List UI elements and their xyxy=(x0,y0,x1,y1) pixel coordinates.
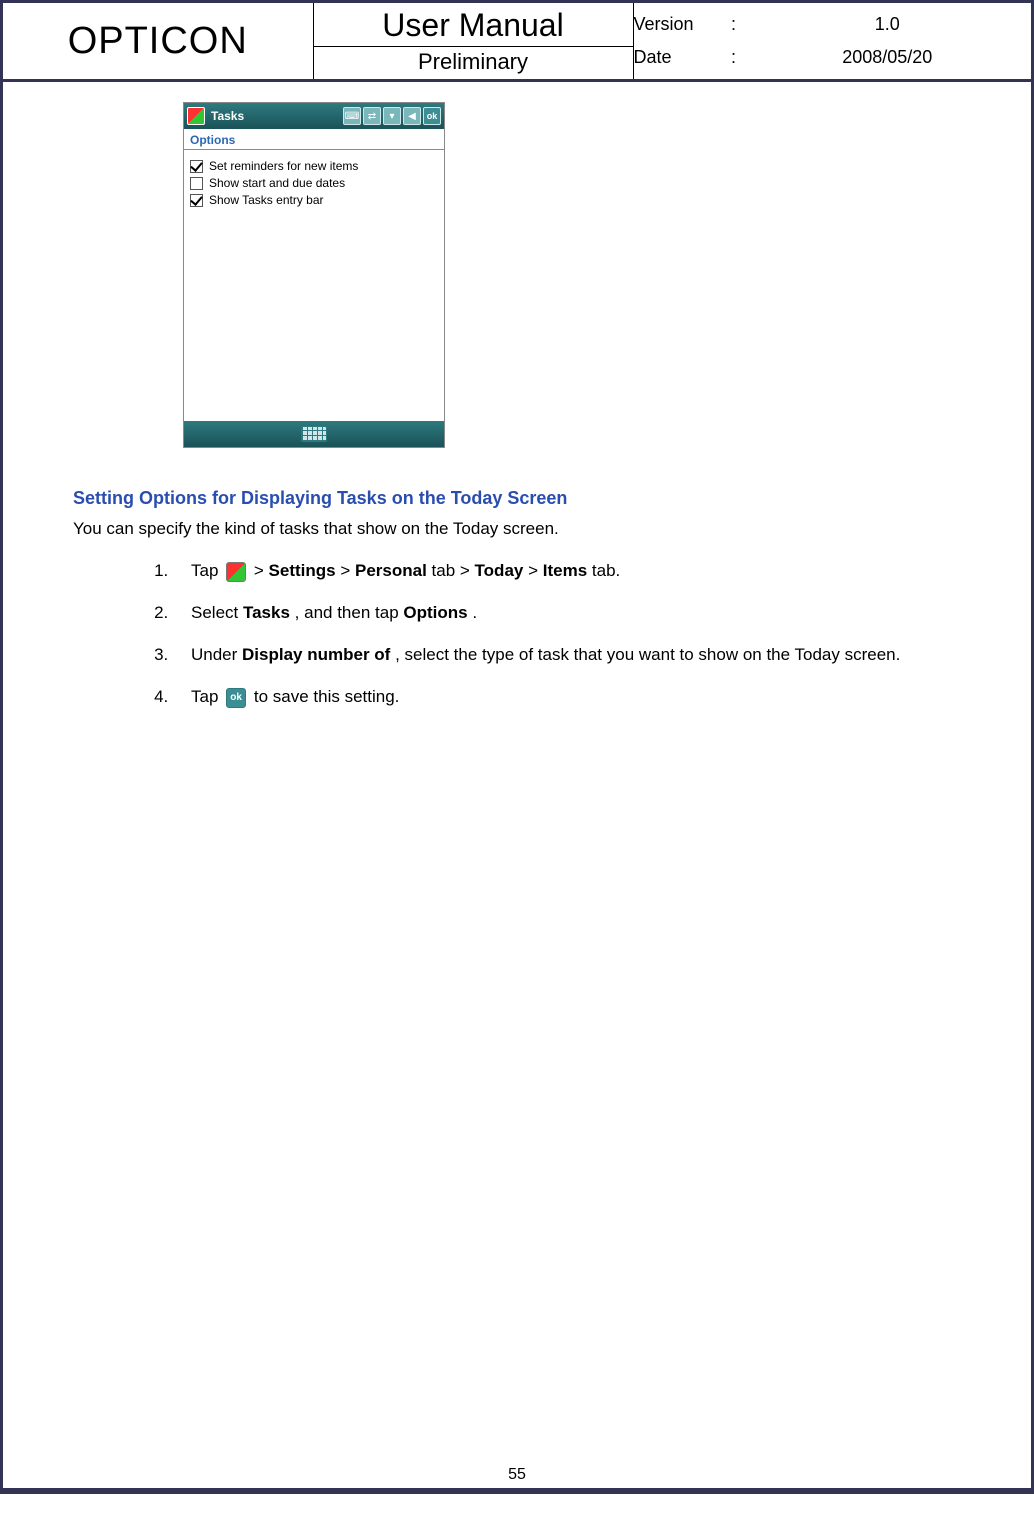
colon: : xyxy=(724,14,744,35)
step-bold: Options xyxy=(403,603,467,622)
ok-icon: ok xyxy=(226,688,246,708)
step-bold: Personal xyxy=(355,561,427,580)
step-text: Under xyxy=(191,645,242,664)
date-row: Date : 2008/05/20 xyxy=(634,41,1032,74)
signal-off-icon[interactable]: ▾ xyxy=(383,107,401,125)
page-number: 55 xyxy=(3,1466,1031,1484)
document-header: OPTICON User Manual Preliminary Version … xyxy=(3,3,1031,82)
version-label: Version xyxy=(634,14,724,35)
logo-cell: OPTICON xyxy=(3,3,313,81)
options-list: Set reminders for new items Show start a… xyxy=(184,150,444,216)
section-heading: Setting Options for Displaying Tasks on … xyxy=(73,488,961,509)
step-text: , and then tap xyxy=(295,603,404,622)
title-cell: User Manual Preliminary xyxy=(313,3,633,81)
page-footer-rule xyxy=(3,1488,1031,1491)
date-value: 2008/05/20 xyxy=(744,47,1032,68)
logo-text: OPTICON xyxy=(68,20,248,62)
step-bold: Settings xyxy=(269,561,336,580)
step-text: > xyxy=(528,561,543,580)
keyboard-icon[interactable] xyxy=(301,426,327,442)
phone-screenshot: Tasks ⌨ ⇄ ▾ ◀︎ ok Options Set reminders … xyxy=(183,102,445,448)
option-row[interactable]: Show start and due dates xyxy=(190,176,438,190)
doc-title: User Manual xyxy=(314,3,633,47)
page-content: Tasks ⌨ ⇄ ▾ ◀︎ ok Options Set reminders … xyxy=(3,82,1031,1462)
step-text: Tap xyxy=(191,687,223,706)
doc-subtitle: Preliminary xyxy=(314,47,633,79)
step-bold: Tasks xyxy=(243,603,290,622)
phone-bottombar xyxy=(184,421,444,447)
phone-title: Tasks xyxy=(211,109,341,123)
options-tab: Options xyxy=(184,129,444,150)
step-2: Select Tasks , and then tap Options . xyxy=(173,599,961,627)
section-intro: You can specify the kind of tasks that s… xyxy=(73,519,961,539)
option-label: Show Tasks entry bar xyxy=(209,193,324,207)
checkbox-icon[interactable] xyxy=(190,194,203,207)
option-label: Set reminders for new items xyxy=(209,159,358,173)
step-1: Tap > Settings > Personal tab > Today > … xyxy=(173,557,961,585)
step-text: Tap xyxy=(191,561,223,580)
version-row: Version : 1.0 xyxy=(634,8,1032,41)
checkbox-icon[interactable] xyxy=(190,160,203,173)
steps-list: Tap > Settings > Personal tab > Today > … xyxy=(73,557,961,711)
step-text: . xyxy=(472,603,477,622)
step-text: > xyxy=(254,561,269,580)
phone-titlebar: Tasks ⌨ ⇄ ▾ ◀︎ ok xyxy=(184,103,444,129)
ok-button[interactable]: ok xyxy=(423,107,441,125)
volume-icon[interactable]: ◀︎ xyxy=(403,107,421,125)
step-text: Select xyxy=(191,603,243,622)
phone-body-spacer xyxy=(184,216,444,421)
step-text: tab. xyxy=(592,561,620,580)
meta-cell: Version : 1.0 Date : 2008/05/20 xyxy=(633,3,1031,81)
checkbox-icon[interactable] xyxy=(190,177,203,190)
options-tab-label: Options xyxy=(190,133,235,147)
start-icon xyxy=(226,562,246,582)
step-bold: Today xyxy=(475,561,524,580)
date-label: Date xyxy=(634,47,724,68)
step-text: , select the type of task that you want … xyxy=(395,645,900,664)
option-label: Show start and due dates xyxy=(209,176,345,190)
step-text: to save this setting. xyxy=(254,687,400,706)
connection-icon[interactable]: ⇄ xyxy=(363,107,381,125)
step-4: Tap ok to save this setting. xyxy=(173,683,961,711)
option-row[interactable]: Show Tasks entry bar xyxy=(190,193,438,207)
keyboard-status-icon[interactable]: ⌨ xyxy=(343,107,361,125)
version-value: 1.0 xyxy=(744,14,1032,35)
step-bold: Items xyxy=(543,561,587,580)
start-icon[interactable] xyxy=(187,107,205,125)
step-text: > xyxy=(340,561,355,580)
step-bold: Display number of xyxy=(242,645,390,664)
page: OPTICON User Manual Preliminary Version … xyxy=(0,0,1034,1494)
step-3: Under Display number of , select the typ… xyxy=(173,641,961,669)
option-row[interactable]: Set reminders for new items xyxy=(190,159,438,173)
step-text: tab > xyxy=(432,561,475,580)
colon: : xyxy=(724,47,744,68)
